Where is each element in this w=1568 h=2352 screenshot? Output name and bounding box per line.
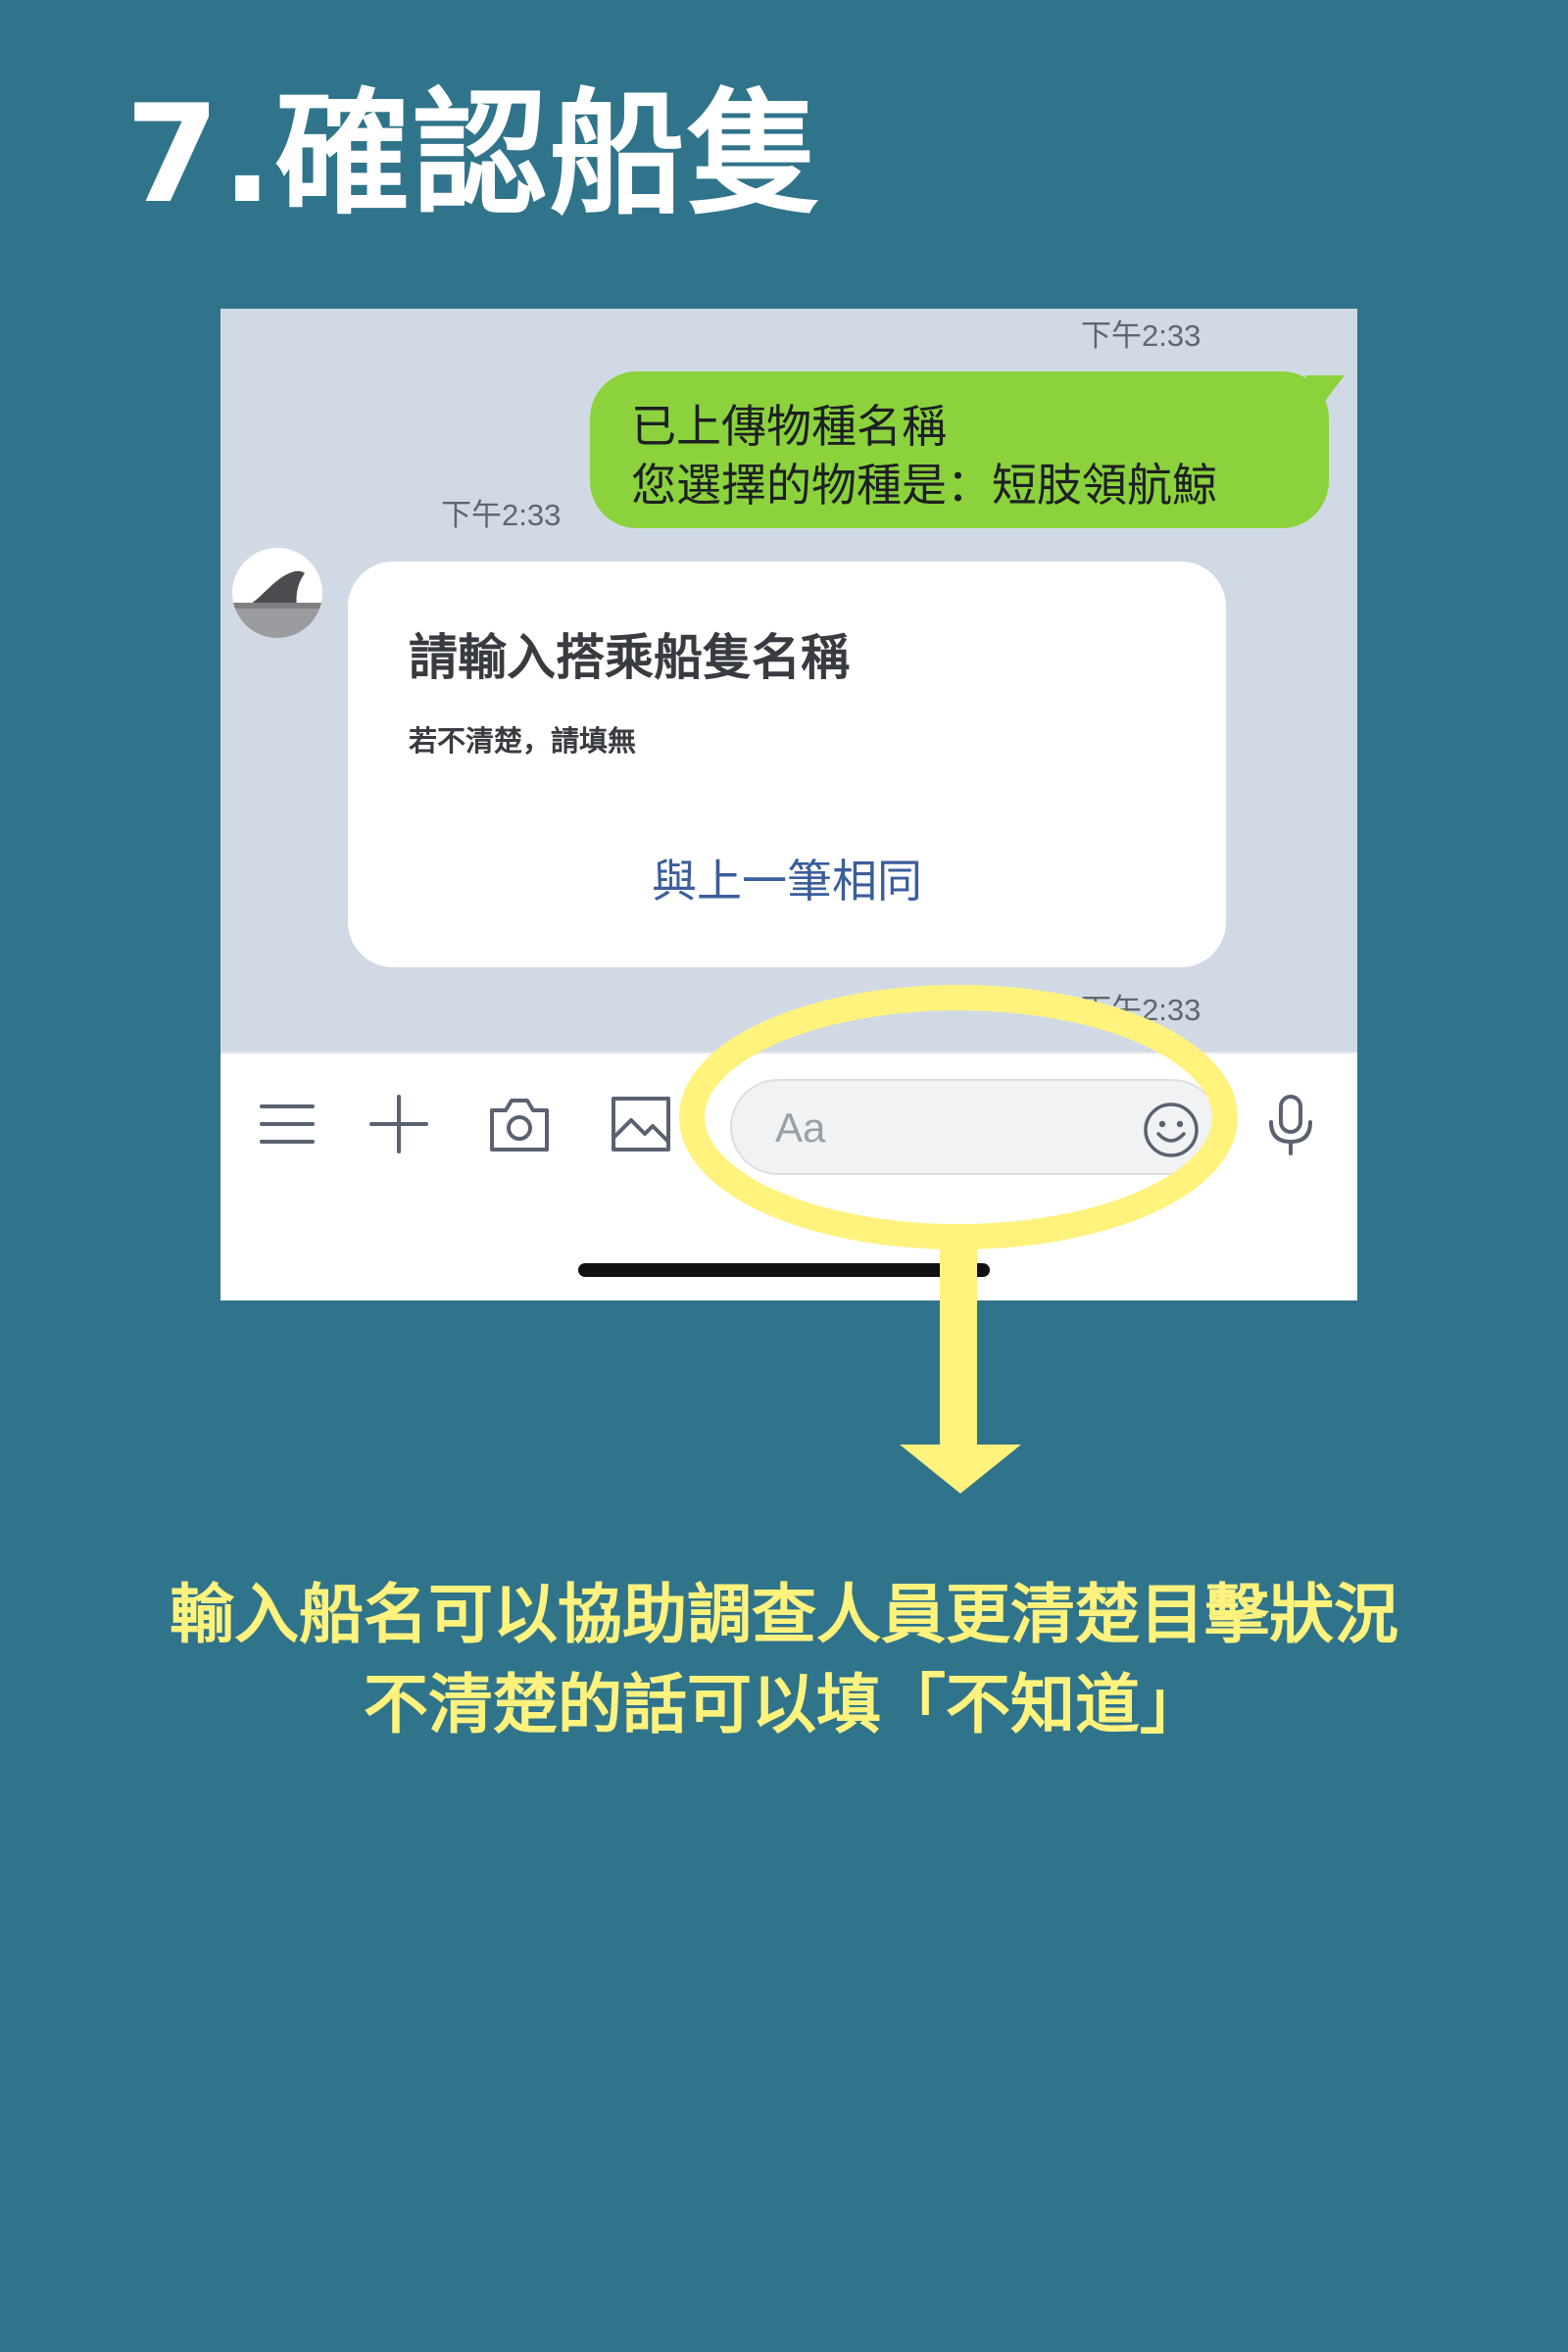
same-as-previous-button[interactable]: 與上一筆相同 — [348, 846, 1226, 910]
timestamp-top: 下午2:33 — [1081, 318, 1201, 353]
outgoing-message-line-2: 您選擇的物種是：短肢領航鯨 — [631, 459, 1217, 512]
timestamp-outgoing: 下午2:33 — [441, 498, 562, 532]
camera-icon[interactable] — [488, 1093, 551, 1155]
caption-line-1: 輸入船名可以協助調查人員更清楚目擊狀況 — [170, 1577, 1398, 1652]
message-input-placeholder: Aa — [775, 1104, 826, 1151]
outgoing-message-line-1: 已上傳物種名稱 — [631, 400, 947, 453]
card-subtitle: 若不清楚，請填無 — [409, 724, 637, 758]
arrow-head-icon — [900, 1445, 1021, 1494]
timestamp-bottom: 下午2:33 — [1081, 993, 1201, 1027]
plus-icon[interactable] — [368, 1093, 430, 1155]
bubble-tail — [1305, 375, 1345, 409]
page-title: 7.確認船隻 — [125, 75, 824, 233]
card-title: 請輸入搭乘船隻名稱 — [409, 629, 850, 686]
emoji-icon[interactable] — [1142, 1101, 1200, 1159]
menu-icon[interactable] — [256, 1093, 318, 1155]
home-indicator — [578, 1263, 990, 1277]
chat-screenshot: 下午2:33 下午2:33 已上傳物種名稱 您選擇的物種是：短肢領航鯨 請輸入搭… — [220, 309, 1357, 1300]
bot-avatar[interactable] — [232, 548, 322, 638]
whale-fin-icon — [232, 570, 322, 638]
outgoing-message-bubble[interactable]: 已上傳物種名稱 您選擇的物種是：短肢領航鯨 — [590, 371, 1345, 528]
image-icon[interactable] — [610, 1093, 672, 1155]
chat-area: 下午2:33 下午2:33 已上傳物種名稱 您選擇的物種是：短肢領航鯨 請輸入搭… — [220, 309, 1357, 1052]
bot-question-card: 請輸入搭乘船隻名稱 若不清楚，請填無 與上一筆相同 — [348, 562, 1226, 967]
caption-line-2: 不清楚的話可以填「不知道」 — [364, 1667, 1204, 1742]
message-input[interactable]: Aa — [730, 1079, 1220, 1175]
toolbar-divider — [220, 1052, 1357, 1054]
microphone-icon[interactable] — [1259, 1093, 1322, 1155]
